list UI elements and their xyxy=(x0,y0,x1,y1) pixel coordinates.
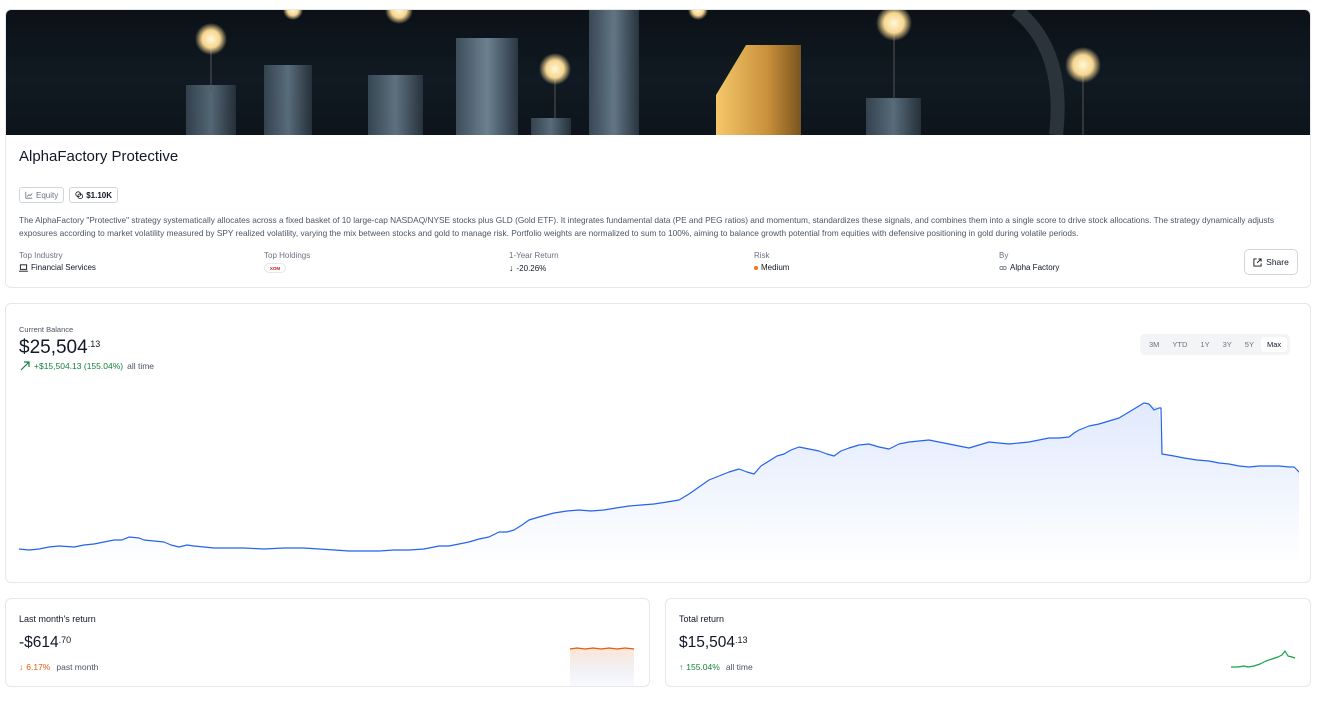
top-industry-value: Financial Services xyxy=(31,263,96,272)
meta-top-holdings: Top Holdings XOM xyxy=(264,251,310,273)
range-max[interactable]: Max xyxy=(1260,337,1288,352)
range-3m[interactable]: 3M xyxy=(1143,337,1165,352)
last-month-change-value: 6.17% xyxy=(26,662,51,672)
meta-by: By Alpha Factory xyxy=(999,251,1059,272)
total-return-change: ↑ 155.04% all time xyxy=(679,662,753,672)
last-month-label: Last month's return xyxy=(19,614,96,624)
dot-icon xyxy=(754,265,758,270)
share-button[interactable]: Share xyxy=(1244,249,1298,275)
arrow-down-icon: ↓ xyxy=(19,662,24,672)
laptop-icon xyxy=(19,263,28,272)
total-return-change-suffix: all time xyxy=(725,662,753,672)
time-range-selector: 3M YTD 1Y 3Y 5Y Max xyxy=(1140,334,1291,355)
range-5y[interactable]: 5Y xyxy=(1239,337,1260,352)
min-investment-label: $1.10K xyxy=(86,190,113,200)
holding-ticker: XOM xyxy=(269,265,281,271)
holding-logo[interactable]: XOM xyxy=(264,263,286,273)
share-icon xyxy=(1253,257,1262,267)
last-month-change-suffix: past month xyxy=(56,662,99,672)
last-month-sparkline xyxy=(569,647,635,686)
meta-one-year-return: 1-Year Return ↓ -20.26% xyxy=(509,251,559,273)
one-year-return-label: 1-Year Return xyxy=(509,251,559,260)
risk-label: Risk xyxy=(754,251,770,260)
last-month-value: -$614.70 xyxy=(19,634,71,652)
current-balance-value: $25,504.13 xyxy=(19,337,100,359)
top-holdings-label: Top Holdings xyxy=(264,251,311,260)
by-value[interactable]: Alpha Factory xyxy=(1010,263,1059,272)
balance-cents: .13 xyxy=(87,339,101,349)
last-month-cents: .70 xyxy=(58,635,72,645)
strategy-title: AlphaFactory Protective xyxy=(19,148,179,165)
total-return-sparkline xyxy=(1231,650,1296,668)
arrow-down-icon: ↓ xyxy=(509,263,514,273)
total-return-label: Total return xyxy=(679,614,725,624)
trend-up-icon xyxy=(20,361,30,371)
total-return-cents: .13 xyxy=(735,635,748,645)
last-month-dollars: -$614 xyxy=(19,634,59,651)
category-badge: Equity xyxy=(19,187,65,203)
chart-icon xyxy=(25,191,33,199)
total-return-card: Total return $15,504.13 ↑ 155.04% all ti… xyxy=(665,598,1311,687)
by-label: By xyxy=(999,251,1009,260)
one-year-return-value: -20.26% xyxy=(516,263,547,273)
meta-risk: Risk Medium xyxy=(754,251,789,272)
risk-value: Medium xyxy=(761,263,790,272)
total-return-change-value: 155.04% xyxy=(686,662,720,672)
last-month-return-card: Last month's return -$614.70 ↓ 6.17% pas… xyxy=(5,598,650,687)
range-ytd[interactable]: YTD xyxy=(1166,337,1193,352)
total-return-value: $15,504.13 xyxy=(679,634,748,652)
current-balance-label: Current Balance xyxy=(19,325,74,334)
range-3y[interactable]: 3Y xyxy=(1217,337,1238,352)
strategy-description: The AlphaFactory "Protective" strategy s… xyxy=(19,215,1274,238)
strategy-card: AlphaFactory Protective Equity $1.10K Th… xyxy=(5,9,1311,288)
balance-card: Current Balance $25,504.13 +$15,504.13 (… xyxy=(5,303,1311,583)
balance-dollars: $25,504 xyxy=(19,337,88,358)
link-icon xyxy=(999,265,1007,270)
last-month-change: ↓ 6.17% past month xyxy=(19,662,98,672)
meta-top-industry: Top Industry Financial Services xyxy=(19,251,96,272)
share-label: Share xyxy=(1266,257,1289,267)
top-industry-label: Top Industry xyxy=(19,251,63,260)
balance-change-suffix: all time xyxy=(127,361,155,371)
strategy-badges: Equity $1.10K xyxy=(19,187,119,203)
balance-line-chart[interactable] xyxy=(19,384,1299,564)
total-return-dollars: $15,504 xyxy=(679,634,736,651)
strategy-banner-image xyxy=(6,10,1310,135)
category-label: Equity xyxy=(36,190,59,200)
range-1y[interactable]: 1Y xyxy=(1194,337,1215,352)
arrow-up-icon: ↑ xyxy=(679,662,684,672)
balance-change: +$15,504.13 (155.04%) all time xyxy=(20,361,154,371)
min-investment-badge: $1.10K xyxy=(69,187,119,203)
coins-icon xyxy=(75,191,84,199)
balance-change-value: +$15,504.13 (155.04%) xyxy=(34,361,124,371)
balance-area xyxy=(19,404,1299,564)
